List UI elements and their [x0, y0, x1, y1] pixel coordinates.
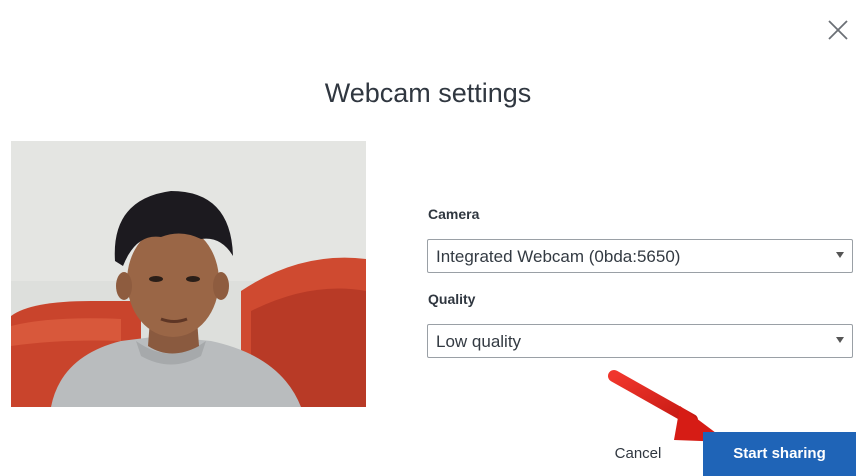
webcam-settings-dialog: Webcam settings Camera Integrated Webcam…	[0, 0, 856, 476]
close-button[interactable]	[826, 18, 850, 42]
camera-select-value: Integrated Webcam (0bda:5650)	[436, 247, 681, 266]
cancel-button[interactable]: Cancel	[598, 432, 678, 476]
quality-select-value: Low quality	[436, 332, 522, 351]
camera-label: Camera	[428, 206, 480, 222]
quality-select[interactable]: Low quality	[427, 324, 853, 358]
start-sharing-button[interactable]: Start sharing	[703, 432, 856, 476]
dialog-title: Webcam settings	[324, 78, 532, 108]
quality-label: Quality	[428, 291, 476, 307]
camera-select[interactable]: Integrated Webcam (0bda:5650)	[427, 239, 853, 273]
chevron-down-icon	[836, 252, 844, 258]
chevron-down-icon	[836, 337, 844, 343]
webcam-preview	[11, 141, 366, 407]
close-icon	[828, 20, 848, 40]
